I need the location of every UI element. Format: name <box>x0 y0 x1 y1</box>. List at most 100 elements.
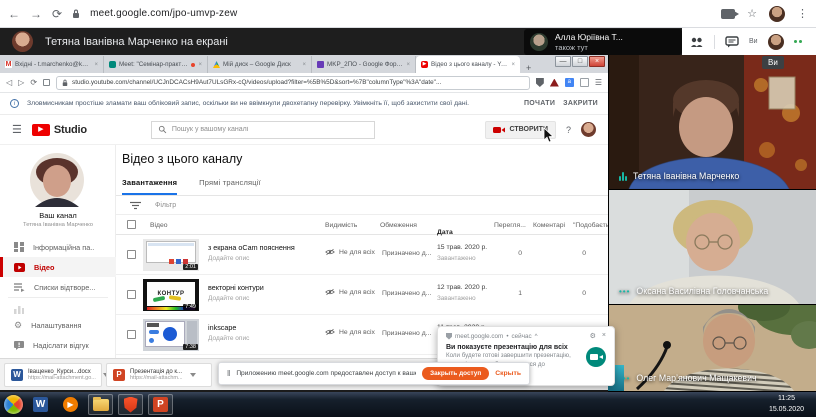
tab-close-icon[interactable]: × <box>198 62 202 68</box>
notification-close-icon[interactable]: × <box>602 332 606 340</box>
tab-youtube-studio[interactable]: ▶ Відео з цього каналу - YouTube × <box>416 56 520 73</box>
studio-account-avatar[interactable] <box>581 122 596 137</box>
browser-menu-icon[interactable]: ⋮ <box>797 7 808 20</box>
brave-icon <box>123 396 138 413</box>
search-input[interactable] <box>171 126 368 133</box>
close-button[interactable]: × <box>589 56 605 67</box>
reload-icon[interactable]: ⟳ <box>30 78 37 87</box>
tab-close-icon[interactable]: × <box>94 62 98 68</box>
video-description[interactable]: Додайте опис <box>208 255 249 262</box>
bookmark-icon[interactable] <box>43 79 51 86</box>
security-banner: i Зловмисникам простіше зламати ваш облі… <box>0 93 608 115</box>
visibility-cell[interactable]: Не для всіх <box>325 328 375 336</box>
feedback-icon <box>14 340 24 350</box>
notification-settings-icon[interactable]: ⚙ <box>590 332 596 340</box>
cast-icon[interactable] <box>721 8 740 19</box>
tab-livestreams[interactable]: Прямі трансляції <box>199 178 261 195</box>
video-description[interactable]: Додайте опис <box>208 295 249 302</box>
tab-meet[interactable]: Meet: "Семінар-практикум" × <box>104 56 208 73</box>
video-row[interactable]: КОНТУР 7:49 векторні контури Додайте опи… <box>116 275 608 315</box>
restriction-cell: Призначено д... <box>382 330 432 337</box>
tab-drive[interactable]: Мій диск – Google Диск × <box>208 56 312 73</box>
filter-bar[interactable]: Фільтр <box>116 196 608 215</box>
taskbar-powerpoint[interactable]: P <box>148 394 173 415</box>
visibility-cell[interactable]: Не для всіх <box>325 248 375 256</box>
video-title[interactable]: inkscape <box>208 323 236 332</box>
apps-icon[interactable] <box>579 78 589 87</box>
window-controls: — □ × <box>555 55 608 67</box>
self-avatar[interactable] <box>767 33 784 50</box>
tab-gmail[interactable]: M Вхідні - t.marchenko@kubg.edu... × <box>0 56 104 73</box>
video-title[interactable]: векторні контури <box>208 283 264 292</box>
hamburger-icon[interactable]: ☰ <box>12 123 22 136</box>
new-tab-icon[interactable]: + <box>520 63 537 73</box>
sidebar-item-settings[interactable]: ⚙ Налаштування <box>0 315 116 335</box>
restriction-cell: Призначено д... <box>382 290 432 297</box>
participant-video[interactable]: Тетяна Іванівна Марченко <box>609 55 816 189</box>
video-thumbnail[interactable]: КОНТУР 7:49 <box>143 279 199 311</box>
sidebar-item-feedback[interactable]: Надіслати відгук <box>0 335 116 355</box>
download-item-ppt[interactable]: P Презентація до к... https://mail-attac… <box>106 363 212 387</box>
participant-video[interactable]: ••• Олег Мар’янович Мащакевич <box>609 305 816 391</box>
address-bar[interactable]: meet.google.com/jpo-umvp-zew <box>90 8 237 19</box>
video-title[interactable]: з екрана оСam пояснення <box>208 243 295 252</box>
forward-icon[interactable]: → <box>30 7 42 21</box>
video-thumbnail[interactable]: 2:01 <box>143 239 199 271</box>
help-icon[interactable]: ? <box>566 125 571 135</box>
banner-close-button[interactable]: ЗАКРИТИ <box>563 100 598 107</box>
video-thumbnail[interactable]: 7:38 <box>143 319 199 351</box>
banner-start-button[interactable]: ПОЧАТИ <box>524 100 555 107</box>
shield-extension-icon[interactable] <box>535 78 544 87</box>
tab-uploads[interactable]: Завантаження <box>122 178 178 195</box>
tab-close-icon[interactable]: × <box>406 62 410 68</box>
browser-profile-avatar[interactable] <box>769 5 785 22</box>
menu-icon[interactable]: ☰ <box>595 78 602 87</box>
row-checkbox[interactable] <box>127 250 136 259</box>
row-checkbox[interactable] <box>127 330 136 339</box>
taskbar-clock[interactable]: 11:25 15.05.2020 <box>769 394 812 415</box>
back-icon[interactable]: ◁ <box>6 78 12 87</box>
views-cell: 0 <box>518 250 522 257</box>
videos-icon <box>14 262 25 272</box>
participant-video[interactable]: ••• Оксана Василівна Головчанська <box>609 190 816 304</box>
eye-off-icon <box>325 288 335 296</box>
bookmark-star-icon[interactable]: ☆ <box>747 7 757 20</box>
address-bar[interactable]: studio.youtube.com/channel/UCJnDCACsH9Au… <box>56 75 530 90</box>
collapse-icon[interactable]: ^ <box>535 333 538 340</box>
start-button[interactable] <box>4 395 23 414</box>
maximize-button[interactable]: □ <box>572 56 588 67</box>
reload-icon[interactable]: ⟳ <box>52 7 62 21</box>
adblock-extension-icon[interactable] <box>549 78 559 87</box>
clock-time: 11:25 <box>777 395 795 402</box>
select-all-checkbox[interactable] <box>127 220 136 229</box>
tab-forms[interactable]: MKP_2ПО - Google Форми × <box>312 56 416 73</box>
forward-icon[interactable]: ▷ <box>18 78 24 87</box>
notification-source: meet.google.com <box>455 332 504 340</box>
sidebar-item-playlists[interactable]: Списки відтворе... <box>0 277 116 297</box>
video-row[interactable]: 2:01 з екрана оСam пояснення Додайте опи… <box>116 235 608 275</box>
translate-icon[interactable]: a <box>564 78 574 87</box>
chevron-down-icon[interactable] <box>189 373 196 377</box>
visibility-cell[interactable]: Не для всіх <box>325 288 375 296</box>
tab-close-icon[interactable]: × <box>511 62 515 68</box>
back-icon[interactable]: ← <box>8 7 20 21</box>
taskbar-explorer[interactable] <box>88 394 113 415</box>
tab-close-icon[interactable]: × <box>302 62 306 68</box>
taskbar-brave[interactable] <box>118 394 143 415</box>
table-header: Відео Видимість Обмеження Дата ↓ Перегля… <box>116 215 608 236</box>
participants-icon[interactable] <box>690 36 704 48</box>
studio-logo[interactable]: ▶ Studio <box>31 123 87 136</box>
video-description[interactable]: Додайте опис <box>208 335 249 342</box>
minimize-button[interactable]: — <box>555 56 571 67</box>
stop-sharing-button[interactable]: Закрыть доступ <box>422 367 490 380</box>
taskbar-media-player[interactable]: ▶ <box>58 394 83 415</box>
row-checkbox[interactable] <box>127 290 136 299</box>
sidebar-item-dashboard[interactable]: Інформаційна па.. <box>0 237 116 257</box>
taskbar-word[interactable]: W <box>28 394 53 415</box>
download-item-doc[interactable]: W Іващенко_Курси...docx https://mail-att… <box>4 363 109 387</box>
date-cell: 12 трав. 2020 р. <box>437 284 488 291</box>
hide-share-bar-button[interactable]: Скрыть <box>495 370 521 377</box>
duration-badge: 7:38 <box>183 344 198 350</box>
sidebar-item-videos[interactable]: Відео <box>0 257 116 277</box>
chat-icon[interactable] <box>725 35 739 48</box>
